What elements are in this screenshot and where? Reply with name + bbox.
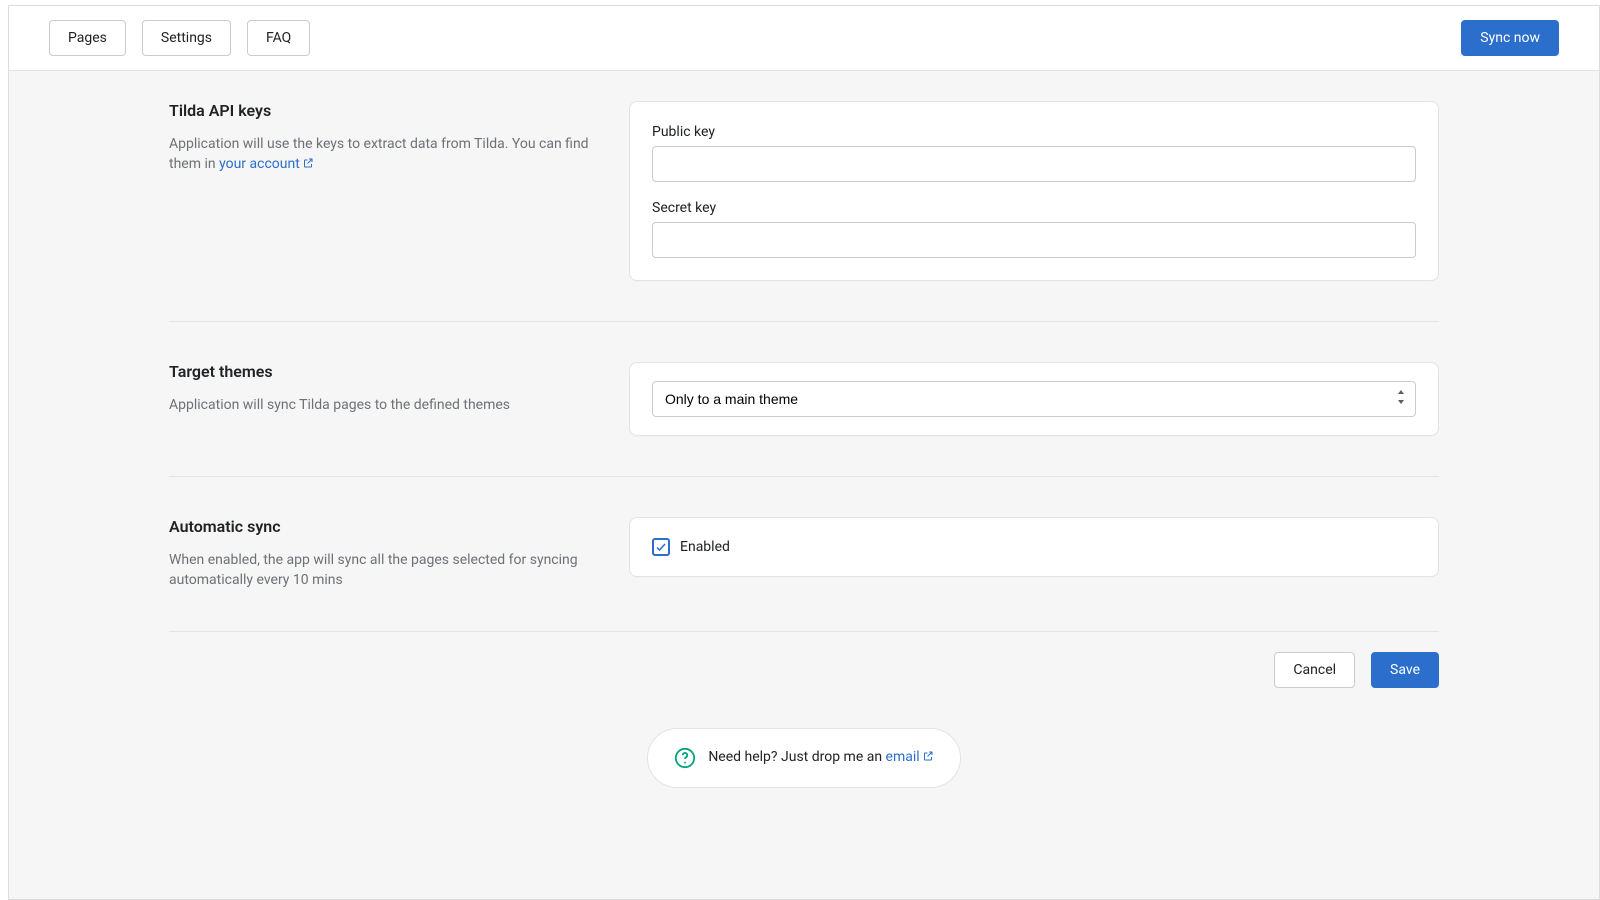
- section-api-keys-desc: Application will use the keys to extract…: [169, 134, 589, 176]
- section-api-keys: Tilda API keys Application will use the …: [169, 71, 1439, 322]
- api-keys-card: Public key Secret key: [629, 101, 1439, 281]
- tab-group: Pages Settings FAQ: [49, 20, 310, 56]
- help-chip: Need help? Just drop me an email: [647, 728, 960, 788]
- secret-key-label: Secret key: [652, 200, 1416, 216]
- external-link-icon: [922, 750, 934, 766]
- section-automatic-sync-title: Automatic sync: [169, 517, 589, 536]
- section-api-keys-card-wrap: Public key Secret key: [629, 101, 1439, 281]
- cancel-button[interactable]: Cancel: [1274, 652, 1355, 688]
- check-icon: [655, 541, 667, 553]
- tab-pages[interactable]: Pages: [49, 20, 126, 56]
- form-actions: Cancel Save: [169, 632, 1439, 728]
- target-theme-select[interactable]: Only to a main theme: [652, 381, 1416, 417]
- public-key-input[interactable]: [652, 146, 1416, 182]
- section-target-themes-card-wrap: Only to a main theme: [629, 362, 1439, 436]
- section-target-themes-desc: Application will sync Tilda pages to the…: [169, 395, 589, 415]
- section-automatic-sync-info: Automatic sync When enabled, the app wil…: [169, 517, 589, 591]
- secret-key-field: Secret key: [652, 200, 1416, 258]
- secret-key-input[interactable]: [652, 222, 1416, 258]
- external-link-icon: [302, 155, 314, 175]
- enabled-checkbox-row: Enabled: [652, 538, 1416, 556]
- section-target-themes-info: Target themes Application will sync Tild…: [169, 362, 589, 436]
- your-account-link-label: your account: [219, 156, 300, 172]
- help-question-icon: [674, 747, 696, 769]
- automatic-sync-card: Enabled: [629, 517, 1439, 577]
- section-automatic-sync-card-wrap: Enabled: [629, 517, 1439, 591]
- tab-faq[interactable]: FAQ: [247, 20, 310, 56]
- public-key-label: Public key: [652, 124, 1416, 140]
- your-account-link[interactable]: your account: [219, 156, 314, 172]
- topbar: Pages Settings FAQ Sync now: [9, 6, 1599, 71]
- enabled-checkbox[interactable]: [652, 538, 670, 556]
- section-target-themes-title: Target themes: [169, 362, 589, 381]
- tab-settings[interactable]: Settings: [142, 20, 231, 56]
- content: Tilda API keys Application will use the …: [9, 71, 1599, 788]
- help-email-link-label: email: [886, 749, 920, 765]
- help-text-prefix: Need help? Just drop me an: [708, 749, 885, 765]
- sync-now-button[interactable]: Sync now: [1461, 20, 1559, 56]
- save-button[interactable]: Save: [1371, 652, 1439, 688]
- section-api-keys-info: Tilda API keys Application will use the …: [169, 101, 589, 281]
- public-key-field: Public key: [652, 124, 1416, 182]
- section-automatic-sync: Automatic sync When enabled, the app wil…: [169, 477, 1439, 632]
- target-theme-select-wrap: Only to a main theme: [652, 381, 1416, 417]
- help-email-link[interactable]: email: [886, 749, 934, 765]
- help-text: Need help? Just drop me an email: [708, 749, 933, 766]
- section-automatic-sync-desc: When enabled, the app will sync all the …: [169, 550, 589, 591]
- enabled-checkbox-label: Enabled: [680, 539, 730, 555]
- section-target-themes: Target themes Application will sync Tild…: [169, 322, 1439, 477]
- section-api-keys-title: Tilda API keys: [169, 101, 589, 120]
- target-themes-card: Only to a main theme: [629, 362, 1439, 436]
- app-frame: Pages Settings FAQ Sync now Tilda API ke…: [8, 5, 1600, 900]
